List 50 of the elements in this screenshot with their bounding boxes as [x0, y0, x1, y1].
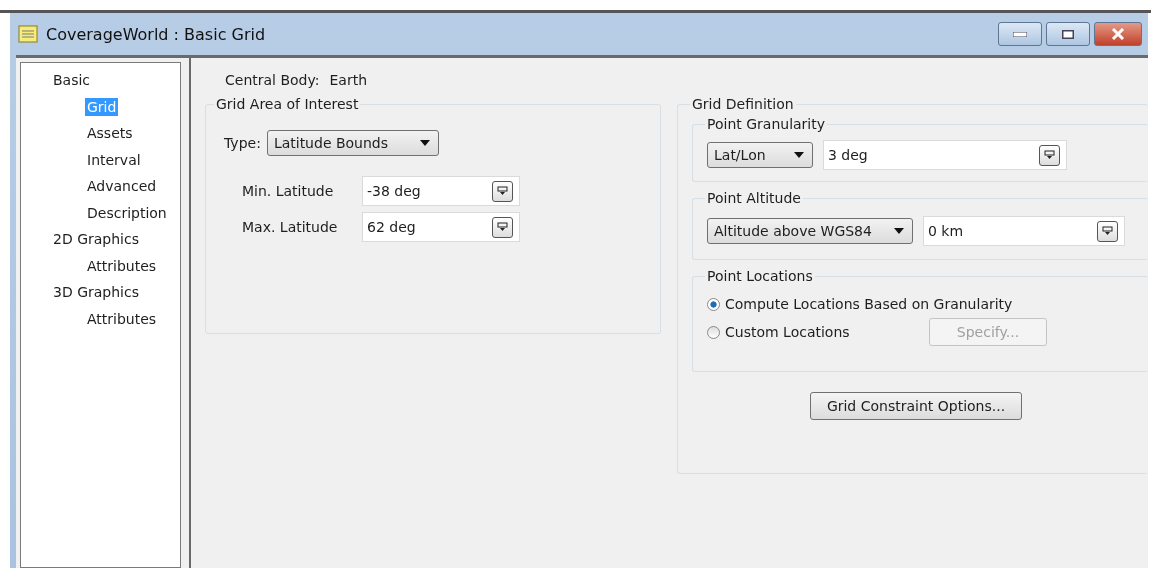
maximize-icon — [1062, 29, 1074, 39]
tree-item[interactable]: Attributes — [85, 309, 159, 328]
unit-icon — [1102, 225, 1113, 237]
type-dropdown[interactable]: Latitude Bounds — [266, 130, 439, 156]
altitude-dropdown[interactable]: Altitude above WGS84 — [707, 218, 913, 244]
close-icon — [1111, 28, 1125, 40]
tree-item[interactable]: Advanced — [85, 177, 159, 195]
field-label: Max. Latitude — [242, 219, 339, 235]
group-title: Point Granularity — [706, 116, 827, 132]
central-body-value: Earth — [329, 72, 367, 88]
dropdown-caret-icon — [794, 152, 804, 158]
tree-item[interactable]: Basic — [51, 71, 93, 89]
latitude-field[interactable]: 62 deg — [362, 212, 520, 242]
grid-constraint-options-button[interactable]: Grid Constraint Options... — [810, 392, 1022, 420]
granularity-field[interactable]: 3 deg — [823, 140, 1067, 170]
tree-item[interactable]: Interval — [85, 150, 143, 169]
altitude-field[interactable]: 0 km — [923, 216, 1125, 246]
group-title: Grid Area of Interest — [215, 96, 360, 112]
unit-button[interactable] — [492, 180, 513, 202]
type-label: Type: — [224, 135, 261, 151]
tree-item[interactable]: Description — [85, 203, 169, 222]
unit-icon — [1044, 149, 1055, 161]
minimize-button[interactable] — [998, 22, 1042, 46]
window-icon — [18, 25, 38, 43]
maximize-button[interactable] — [1046, 22, 1090, 46]
granularity-dropdown[interactable]: Lat/Lon — [707, 142, 813, 168]
tree-item[interactable]: Assets — [85, 124, 135, 142]
radio-label[interactable]: Compute Locations Based on Granularity — [725, 296, 1013, 312]
tree-item[interactable]: Attributes — [85, 256, 159, 275]
field-label: Min. Latitude — [242, 183, 335, 199]
radio-label[interactable]: Custom Locations — [725, 324, 850, 340]
tree-item[interactable]: 3D Graphics — [51, 283, 141, 301]
group-title: Point Altitude — [706, 190, 802, 206]
minimize-icon — [1013, 31, 1027, 37]
window-title: CoverageWorld : Basic Grid — [46, 24, 267, 44]
unit-icon — [497, 221, 508, 233]
group-title: Point Locations — [706, 268, 814, 284]
unit-icon — [497, 185, 508, 197]
unit-button[interactable] — [492, 216, 513, 238]
group-title: Grid Definition — [691, 96, 795, 112]
central-body-label: Central Body: — [225, 72, 320, 88]
dropdown-caret-icon — [419, 140, 430, 146]
radio-button[interactable] — [707, 325, 720, 339]
close-button[interactable] — [1094, 22, 1142, 46]
unit-button[interactable] — [1097, 220, 1118, 242]
radio-button[interactable] — [707, 297, 720, 311]
tree-item[interactable]: 2D Graphics — [51, 230, 141, 248]
dropdown-caret-icon — [894, 228, 904, 234]
latitude-field[interactable]: -38 deg — [362, 176, 520, 206]
unit-button[interactable] — [1039, 144, 1060, 166]
